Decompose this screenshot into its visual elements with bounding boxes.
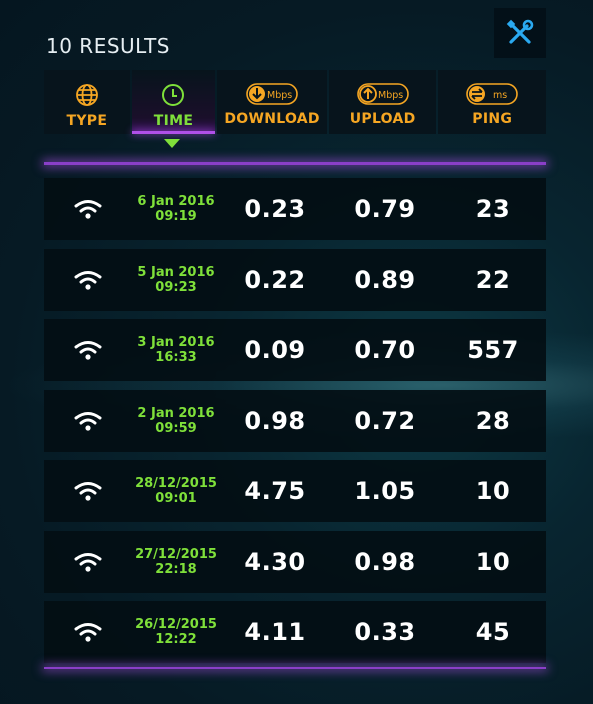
result-date: 6 Jan 2016 <box>137 194 215 209</box>
column-header-ping[interactable]: ms PING <box>438 70 546 134</box>
upload-value: 0.89 <box>354 265 416 294</box>
result-time: 09:01 <box>155 491 197 506</box>
connection-type-cell <box>44 410 132 432</box>
ping-value: 22 <box>475 265 511 294</box>
clock-icon <box>162 84 185 106</box>
timestamp-cell: 26/12/2015 12:22 <box>132 617 220 647</box>
wifi-icon <box>74 482 102 501</box>
ping-value: 28 <box>475 406 511 435</box>
result-date: 3 Jan 2016 <box>137 335 215 350</box>
column-header-upload[interactable]: Mbps UPLOAD <box>328 70 437 134</box>
connection-type-cell <box>44 621 132 643</box>
ping-icon: ms <box>466 83 519 105</box>
result-row[interactable]: 5 Jan 2016 09:23 0.22 0.89 22 <box>44 248 546 311</box>
result-time: 09:19 <box>155 209 197 224</box>
ping-value: 45 <box>475 618 511 646</box>
result-date: 2 Jan 2016 <box>137 405 215 421</box>
ping-value: 23 <box>475 195 511 223</box>
ping-unit: ms <box>493 90 507 101</box>
connection-type-cell <box>44 269 132 291</box>
download-value: 0.09 <box>244 336 306 364</box>
table-bottom-divider <box>44 667 546 669</box>
ping-value: 10 <box>475 547 511 576</box>
result-date: 27/12/2015 <box>135 546 217 562</box>
download-icon: Mbps <box>246 83 298 105</box>
upload-value: 0.33 <box>354 618 416 646</box>
wifi-icon <box>74 200 102 219</box>
connection-type-cell <box>44 551 132 573</box>
result-row[interactable]: 28/12/2015 09:01 4.75 1.05 10 <box>44 460 546 522</box>
download-value: 0.23 <box>244 195 306 223</box>
results-list: 6 Jan 2016 09:19 0.23 0.79 23 5 Jan 2016 09:23… <box>44 178 546 672</box>
column-header-type[interactable]: TYPE <box>44 70 130 134</box>
column-header-time[interactable]: TIME <box>131 70 216 134</box>
result-row[interactable]: 2 Jan 2016 09:59 0.98 0.72 28 <box>44 389 546 452</box>
download-value: 0.98 <box>244 406 306 435</box>
connection-type-cell <box>44 480 132 502</box>
upload-value: 1.05 <box>354 477 416 505</box>
settings-tools-button[interactable] <box>494 8 546 58</box>
column-header-label: DOWNLOAD <box>224 111 320 127</box>
result-row[interactable]: 6 Jan 2016 09:19 0.23 0.79 23 <box>44 178 546 240</box>
column-header-label: UPLOAD <box>349 111 416 127</box>
results-count-title: 10 RESULTS <box>46 34 170 58</box>
result-time: 09:23 <box>155 279 197 295</box>
result-time: 22:18 <box>155 561 197 577</box>
result-time: 12:22 <box>155 632 197 647</box>
result-row[interactable]: 27/12/2015 22:18 4.30 0.98 10 <box>44 530 546 593</box>
wifi-icon <box>74 552 102 572</box>
tools-icon <box>506 19 534 44</box>
upload-value: 0.79 <box>354 195 416 223</box>
download-value: 4.30 <box>244 547 306 576</box>
connection-type-cell <box>44 198 132 220</box>
upload-value: 0.72 <box>354 406 416 435</box>
wifi-icon <box>74 623 102 642</box>
timestamp-cell: 3 Jan 2016 16:33 <box>132 335 220 365</box>
table-top-divider <box>44 162 546 165</box>
sort-descending-indicator <box>164 139 180 148</box>
column-header-label: TIME <box>153 113 194 129</box>
connection-type-cell <box>44 339 132 361</box>
upload-value: 0.70 <box>354 336 416 364</box>
column-header-row: TYPE TIME Mbps DOWNLOAD Mbps UPLOAD ms P… <box>44 70 546 134</box>
result-row[interactable]: 3 Jan 2016 16:33 0.09 0.70 557 <box>44 319 546 381</box>
download-value: 4.75 <box>244 477 306 505</box>
ping-value: 557 <box>467 336 519 364</box>
upload-value: 0.98 <box>354 547 416 576</box>
result-date: 28/12/2015 <box>135 476 217 491</box>
globe-icon <box>75 84 98 106</box>
upload-icon: Mbps <box>356 83 409 105</box>
download-value: 0.22 <box>244 265 306 294</box>
download-value: 4.11 <box>244 618 306 646</box>
column-header-label: TYPE <box>66 113 108 129</box>
timestamp-cell: 6 Jan 2016 09:19 <box>132 194 220 224</box>
ping-value: 10 <box>475 477 511 505</box>
wifi-icon <box>74 341 102 360</box>
wifi-icon <box>74 411 102 431</box>
timestamp-cell: 27/12/2015 22:18 <box>132 547 220 577</box>
result-time: 09:59 <box>155 420 197 436</box>
result-time: 16:33 <box>155 350 197 365</box>
timestamp-cell: 28/12/2015 09:01 <box>132 476 220 506</box>
upload-unit: Mbps <box>378 90 403 101</box>
result-date: 5 Jan 2016 <box>137 264 215 280</box>
column-header-label: PING <box>472 111 513 127</box>
download-unit: Mbps <box>267 90 292 101</box>
result-row[interactable]: 26/12/2015 12:22 4.11 0.33 45 <box>44 601 546 663</box>
timestamp-cell: 2 Jan 2016 09:59 <box>132 406 220 436</box>
wifi-icon <box>74 270 102 290</box>
timestamp-cell: 5 Jan 2016 09:23 <box>132 265 220 295</box>
result-date: 26/12/2015 <box>135 617 217 632</box>
column-header-download[interactable]: Mbps DOWNLOAD <box>217 70 327 134</box>
